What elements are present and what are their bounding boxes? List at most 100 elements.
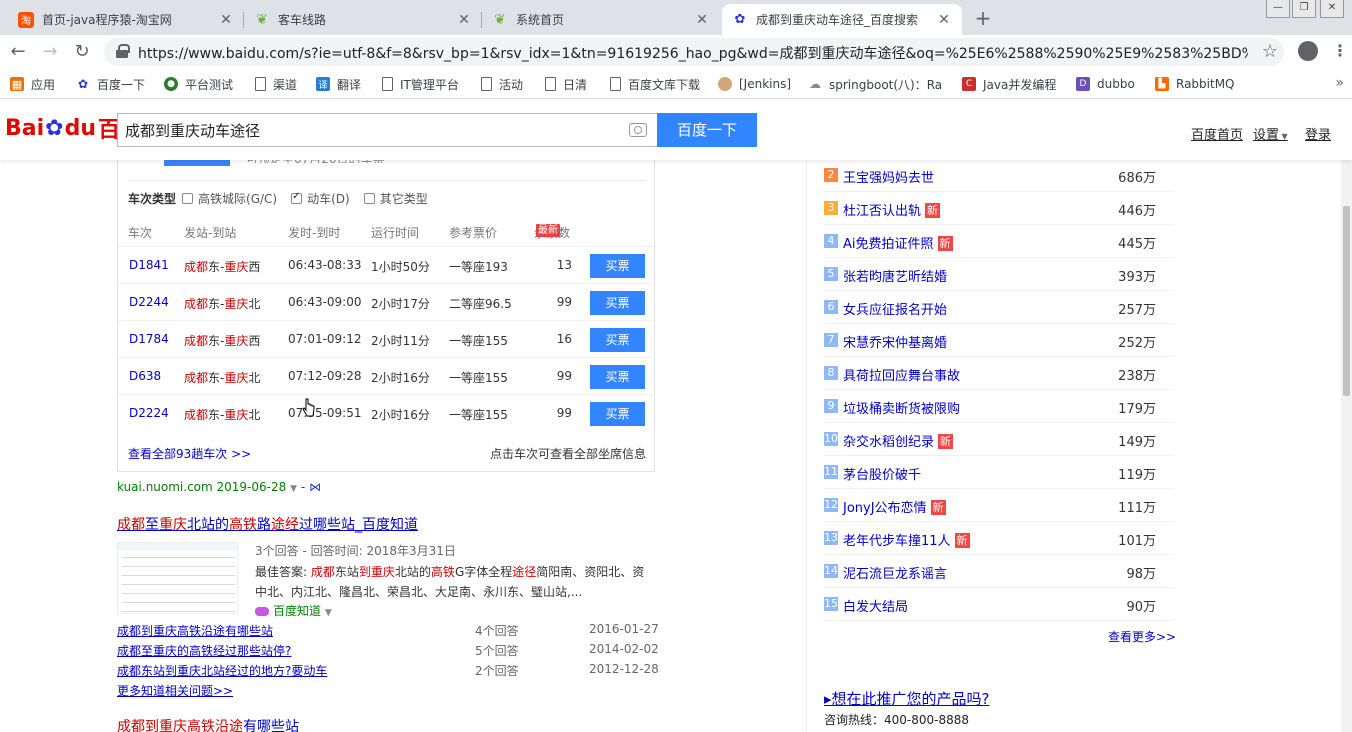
related-question-link[interactable]: 成都至重庆的高铁经过那些站停?	[117, 642, 291, 659]
result-title-link[interactable]: 成都到重庆高铁沿途有哪些站	[117, 716, 299, 732]
hot-search-item[interactable]: 13 老年代步车撞11人新 101万	[824, 527, 1174, 553]
search-button[interactable]: 百度一下	[657, 113, 757, 147]
buy-ticket-button[interactable]: 买票	[590, 402, 645, 426]
hot-search-item[interactable]: 4 Ai免费拍证件照新 445万	[824, 230, 1174, 256]
related-question-link[interactable]: 成都东站到重庆北站经过的地方?要动车	[117, 662, 327, 679]
result-title-link[interactable]: 成都至重庆北站的高铁路途经过哪些站_百度知道	[117, 514, 418, 534]
forward-arrow-icon[interactable]: →	[38, 40, 62, 64]
checkbox[interactable]	[363, 192, 375, 204]
tab-taobao[interactable]: 淘 首页-java程序猿-淘宝网 ✕	[8, 4, 244, 35]
filter-d[interactable]: 动车(D)	[291, 190, 350, 207]
url-text[interactable]: https://www.baidu.com/s?ie=utf-8&f=8&rsv…	[138, 43, 1248, 63]
hot-title[interactable]: 垃圾桶卖断货被限购	[843, 398, 960, 417]
hot-title[interactable]: 杂交水稻创纪录新	[843, 431, 954, 450]
hot-search-item[interactable]: 12 JonyJ公布恋情新 111万	[824, 494, 1174, 520]
bookmarks-overflow-icon[interactable]: »	[1335, 75, 1344, 91]
bookmark-baidu[interactable]: ✿ 百度一下	[76, 75, 145, 93]
page-scrollbar[interactable]	[1341, 160, 1352, 732]
tab-bus-routes[interactable]: ❦ 客车线路 ✕	[244, 4, 482, 35]
camera-icon[interactable]	[629, 123, 647, 137]
view-all-trains-link[interactable]: 查看全部93趟车次 >>	[128, 445, 251, 462]
hot-search-item[interactable]: 5 张若昀唐艺昕结婚 393万	[824, 263, 1174, 289]
hot-title[interactable]: 泥石流巨龙系谣言	[843, 563, 947, 582]
hot-title[interactable]: 宋慧乔宋仲基离婚	[843, 332, 947, 351]
buy-ticket-button[interactable]: 买票	[590, 328, 645, 352]
hot-title[interactable]: 具荷拉回应舞台事故	[843, 365, 960, 384]
hot-title[interactable]: 茅台股价破千	[843, 464, 921, 483]
train-number-link[interactable]: D1841	[129, 258, 169, 272]
minimize-icon[interactable]: —	[1266, 0, 1290, 18]
hot-search-item[interactable]: 9 垃圾桶卖断货被限购 179万	[824, 395, 1174, 421]
close-tab-icon[interactable]: ✕	[694, 12, 710, 28]
hot-search-item[interactable]: 10 杂交水稻创纪录新 149万	[824, 428, 1174, 454]
restore-icon[interactable]: ❐	[1292, 0, 1316, 18]
hot-search-item[interactable]: 8 具荷拉回应舞台事故 238万	[824, 362, 1174, 388]
checkbox[interactable]	[182, 192, 194, 204]
hot-search-item[interactable]: 15 白发大结局 90万	[824, 593, 1174, 619]
tab-system-home[interactable]: ❦ 系统首页 ✕	[482, 4, 720, 35]
promo-link[interactable]: ▸想在此推广您的产品吗?	[824, 688, 990, 709]
bookmark-daily[interactable]: 日清	[545, 75, 587, 93]
scrollbar-thumb[interactable]	[1343, 206, 1350, 396]
back-arrow-icon[interactable]: ←	[6, 40, 30, 64]
baidu-home-link[interactable]: 百度首页	[1191, 124, 1243, 143]
related-question-link[interactable]: 成都到重庆高铁沿途有哪些站	[117, 622, 273, 639]
bookmark-java-concurrency[interactable]: C Java并发编程	[962, 75, 1056, 93]
bookmark-rabbitmq[interactable]: ▙ RabbitMQ	[1155, 75, 1235, 93]
buy-ticket-button[interactable]: 买票	[590, 291, 645, 315]
bookmark-activity[interactable]: 活动	[481, 75, 523, 93]
hot-title[interactable]: 白发大结局	[843, 596, 908, 615]
bookmark-jenkins[interactable]: [Jenkins]	[718, 75, 791, 93]
train-number-link[interactable]: D2244	[129, 295, 169, 309]
hot-title[interactable]: 老年代步车撞11人新	[843, 530, 970, 549]
hot-title[interactable]: Ai免费拍证件照新	[843, 233, 953, 252]
close-tab-icon[interactable]: ✕	[218, 12, 234, 28]
train-number-link[interactable]: D638	[129, 369, 161, 383]
more-menu-icon[interactable]: ⋮	[1332, 41, 1348, 60]
profile-avatar-icon[interactable]	[1298, 41, 1318, 61]
hot-search-item[interactable]: 11 茅台股价破千 119万	[824, 461, 1174, 487]
close-tab-icon[interactable]: ✕	[456, 12, 472, 28]
tab-baidu-search[interactable]: ✿ 成都到重庆动车途径_百度搜索 ✕	[722, 4, 962, 35]
settings-link[interactable]: 设置 ▼	[1253, 124, 1288, 143]
hot-title[interactable]: 杜江否认出轨新	[843, 200, 941, 219]
bookmark-channel[interactable]: 渠道	[255, 75, 297, 93]
login-link[interactable]: 登录	[1305, 124, 1331, 143]
hot-title[interactable]: JonyJ公布恋情新	[843, 497, 946, 516]
hot-search-item[interactable]: 14 泥石流巨龙系谣言 98万	[824, 560, 1174, 586]
search-input[interactable]	[118, 114, 618, 146]
bookmark-dubbo[interactable]: Ddubbo	[1076, 75, 1135, 93]
chevron-down-icon[interactable]: ▼	[290, 484, 297, 494]
bookmark-star-icon[interactable]: ☆	[1262, 41, 1278, 62]
hot-title[interactable]: 女兵应征报名开始	[843, 299, 947, 318]
filter-gc[interactable]: 高铁城际(G/C)	[182, 190, 277, 207]
more-zhidao-link[interactable]: 更多知道相关问题>>	[117, 682, 233, 699]
checkbox-checked[interactable]	[291, 191, 303, 204]
bookmark-apps[interactable]: ▦ 应用	[10, 75, 55, 93]
train-number-link[interactable]: D1784	[129, 332, 169, 346]
hot-search-item[interactable]: 2 王宝强妈妈去世 686万	[824, 164, 1174, 190]
hot-title[interactable]: 王宝强妈妈去世	[843, 167, 934, 186]
result-thumbnail[interactable]	[117, 542, 238, 614]
bookmark-it-platform[interactable]: IT管理平台	[382, 75, 459, 93]
buy-ticket-button[interactable]: 买票	[590, 365, 645, 389]
bookmark-platform-test[interactable]: ● 平台测试	[164, 75, 233, 93]
new-tab-button[interactable]: +	[970, 5, 996, 31]
hot-search-item[interactable]: 7 宋慧乔宋仲基离婚 252万	[824, 329, 1174, 355]
buy-ticket-button[interactable]: 买票	[590, 254, 645, 278]
close-tab-icon[interactable]: ✕	[936, 12, 952, 28]
filter-other[interactable]: 其它类型	[363, 190, 428, 207]
bookmark-translate[interactable]: 译翻译	[316, 75, 361, 93]
chevron-down-icon[interactable]: ▼	[325, 608, 332, 618]
zhidao-source[interactable]: 百度知道 ▼	[255, 602, 332, 619]
address-bar[interactable]: https://www.baidu.com/s?ie=utf-8&f=8&rsv…	[104, 38, 1284, 66]
hot-title[interactable]: 张若昀唐艺昕结婚	[843, 266, 947, 285]
bookmark-wenku[interactable]: 百度文库下载	[610, 75, 700, 93]
close-window-icon[interactable]: ✕	[1320, 0, 1344, 18]
source-domain[interactable]: kuai.nuomi.com 2019-06-28	[117, 480, 286, 494]
hot-search-item[interactable]: 3 杜江否认出轨新 446万	[824, 197, 1174, 223]
reload-icon[interactable]: ↻	[70, 40, 94, 64]
more-hot-link[interactable]: 查看更多>>	[1108, 628, 1176, 645]
train-number-link[interactable]: D2224	[129, 406, 169, 420]
hot-search-item[interactable]: 6 女兵应征报名开始 257万	[824, 296, 1174, 322]
